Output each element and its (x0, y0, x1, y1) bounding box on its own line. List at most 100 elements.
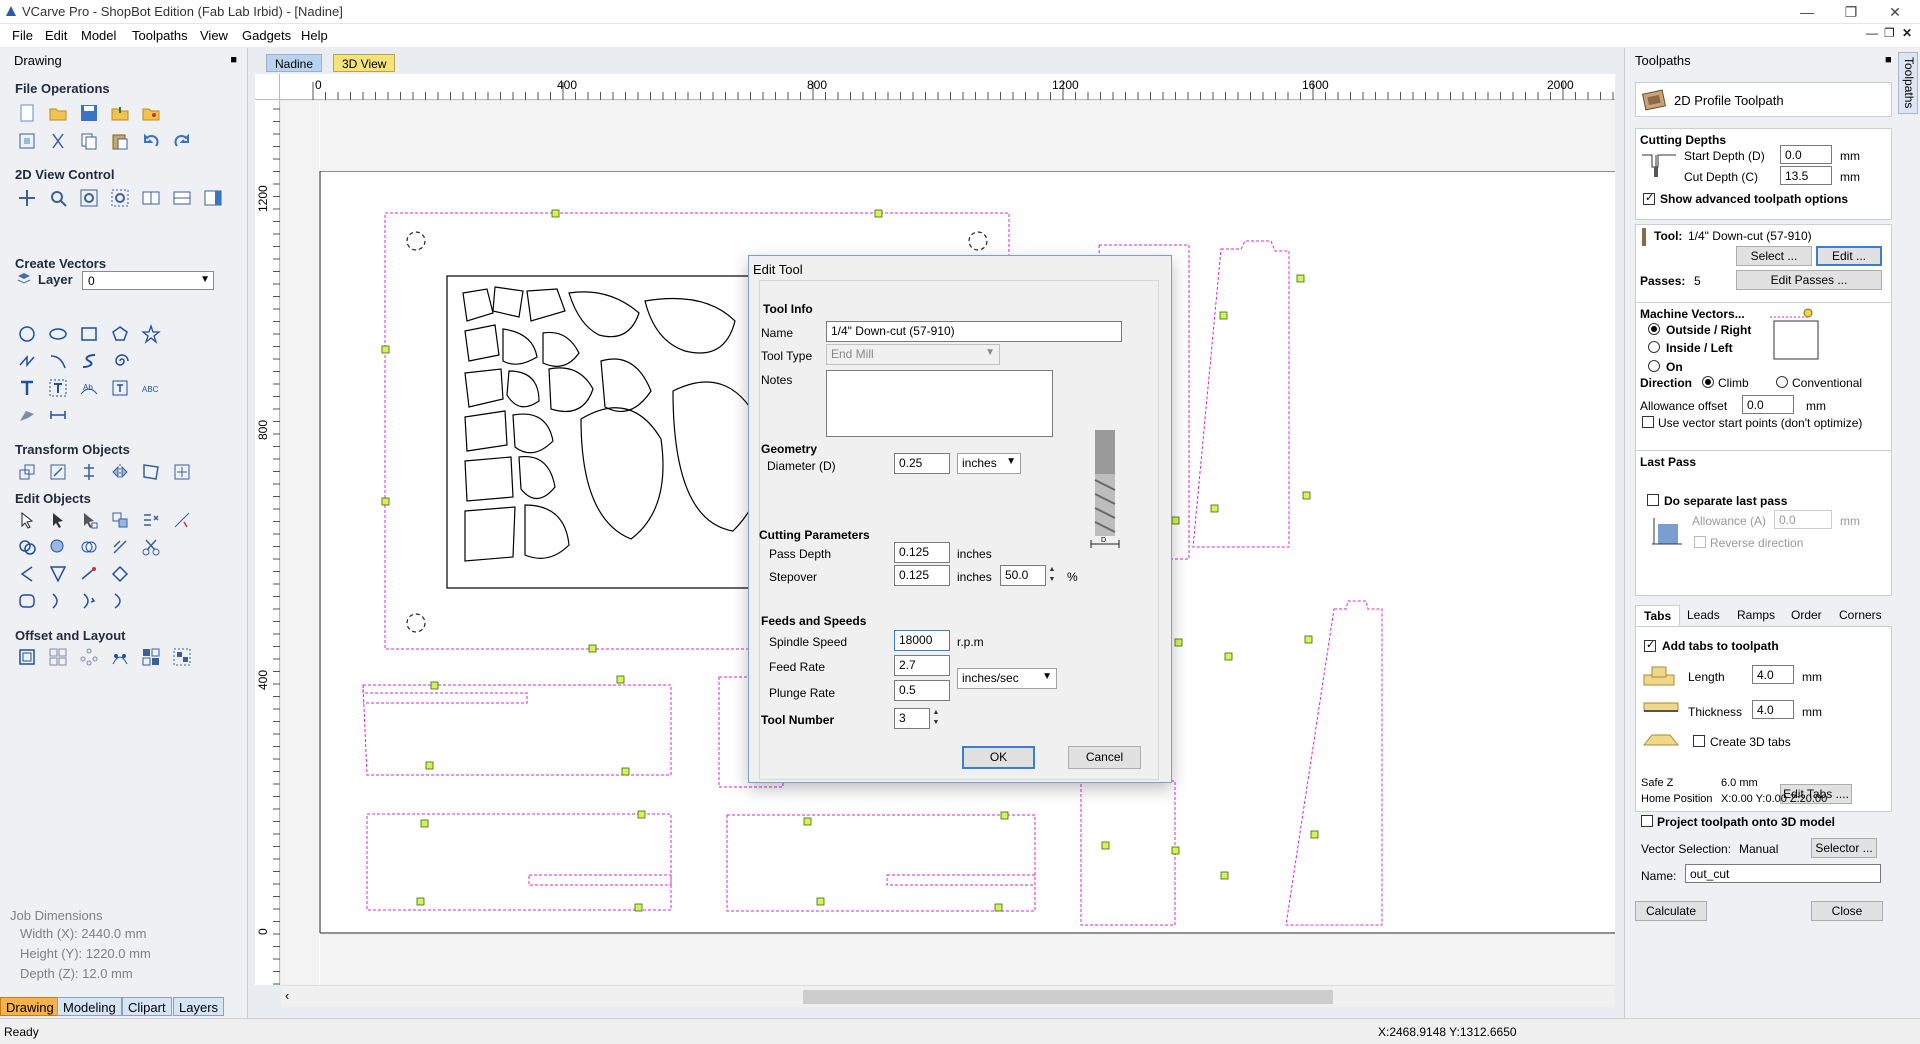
allowance-a-input[interactable]: 0.0 (1774, 510, 1832, 529)
mirror-icon[interactable] (107, 459, 133, 485)
ellipse-icon[interactable] (45, 321, 71, 347)
tool-number-spinner[interactable]: ▲ ▼ (931, 708, 941, 729)
start-depth-input[interactable]: 0.0 (1780, 145, 1832, 164)
toolpaths-vertical-tab[interactable]: Toolpaths (1898, 52, 1918, 114)
allowance-offset-input[interactable]: 0.0 (1742, 395, 1794, 414)
tab-order[interactable]: Order (1783, 605, 1830, 625)
tab-tabs[interactable]: Tabs (1635, 605, 1681, 626)
menu-edit[interactable]: Edit (45, 28, 67, 43)
weld-icon[interactable] (14, 534, 40, 560)
minimize-button[interactable]: — (1792, 2, 1822, 22)
scissors-icon[interactable] (138, 534, 164, 560)
separate-last-pass-checkbox[interactable] (1647, 494, 1659, 506)
distort-icon[interactable] (138, 459, 164, 485)
move-icon[interactable] (14, 459, 40, 485)
scroll-left-icon[interactable]: ‹ (285, 988, 289, 1003)
tab-length-input[interactable]: 4.0 (1752, 665, 1794, 684)
new-file-icon[interactable] (14, 100, 40, 126)
offset-icon[interactable] (14, 644, 40, 670)
mdi-restore-button[interactable]: ❐ (1884, 26, 1895, 40)
tab-3d-view[interactable]: 3D View (333, 54, 396, 72)
maximize-button[interactable]: ❐ (1836, 2, 1866, 22)
node-edit-icon[interactable] (45, 507, 71, 533)
plunge-rate-input[interactable]: 0.5 (894, 680, 950, 701)
rectangle-icon[interactable] (76, 321, 102, 347)
intersect-icon[interactable] (76, 534, 102, 560)
cut-icon[interactable] (45, 128, 71, 154)
undo-icon[interactable] (138, 128, 164, 154)
pin-icon[interactable]: ■ (230, 54, 237, 66)
star-icon[interactable] (138, 321, 164, 347)
curve-fit-icon[interactable] (45, 588, 71, 614)
spiral-icon[interactable] (107, 348, 133, 374)
tab-clipart[interactable]: Clipart (122, 997, 172, 1016)
horizontal-scrollbar[interactable]: ‹ (281, 985, 1615, 1007)
text-icon[interactable] (14, 375, 40, 401)
curve-icon[interactable] (76, 348, 102, 374)
extend-icon[interactable] (76, 561, 102, 587)
edit-tool-button[interactable]: Edit ... (1816, 246, 1882, 266)
tool-name-input[interactable]: 1/4" Down-cut (57-910) (826, 321, 1122, 342)
align-icon[interactable] (76, 459, 102, 485)
add-tabs-checkbox[interactable]: ✓ (1644, 639, 1656, 652)
transform-select-icon[interactable] (76, 507, 102, 533)
copy-along-vectors-icon[interactable] (107, 644, 133, 670)
copy-icon[interactable] (76, 128, 102, 154)
tab-layers[interactable]: Layers (173, 997, 225, 1016)
join-vectors-icon[interactable] (107, 534, 133, 560)
show-advanced-checkbox[interactable]: ✓ (1643, 192, 1655, 205)
ungroup-icon[interactable] (138, 507, 164, 533)
polygon-icon[interactable] (107, 321, 133, 347)
pass-depth-input[interactable]: 0.125 (894, 542, 950, 563)
arc-icon[interactable] (45, 348, 71, 374)
set-size-icon[interactable] (45, 459, 71, 485)
create-3d-tabs-checkbox[interactable] (1693, 735, 1705, 747)
auto-layout-text-icon[interactable] (45, 375, 71, 401)
tab-ramps[interactable]: Ramps (1729, 605, 1783, 625)
panel-toggle-icon[interactable] (200, 185, 226, 211)
rate-units-select[interactable]: inches/sec ▼ (957, 668, 1057, 689)
paste-icon[interactable] (107, 128, 133, 154)
climb-radio[interactable] (1702, 376, 1714, 388)
mdi-close-button[interactable]: ✕ (1902, 26, 1912, 40)
split-view-icon[interactable] (169, 185, 195, 211)
menu-file[interactable]: File (12, 28, 33, 43)
polyline-icon[interactable] (14, 348, 40, 374)
dimension-icon[interactable] (45, 402, 71, 428)
text-arc-icon[interactable]: ABC (138, 375, 164, 401)
array-copy-icon[interactable] (45, 644, 71, 670)
center-icon[interactable] (169, 459, 195, 485)
inside-left-radio[interactable] (1648, 341, 1660, 353)
zoom-selection-icon[interactable] (107, 185, 133, 211)
tab-corners[interactable]: Corners (1831, 605, 1890, 625)
diameter-input[interactable]: 0.25 (894, 453, 950, 474)
menu-help[interactable]: Help (301, 28, 328, 43)
spindle-speed-input[interactable]: 18000 (894, 630, 950, 651)
draw-tabs-icon[interactable] (14, 402, 40, 428)
auto-nest-icon[interactable] (169, 644, 195, 670)
close-window-button[interactable]: ✕ (1880, 2, 1910, 22)
reverse-direction-checkbox[interactable] (1694, 536, 1706, 548)
on-radio[interactable] (1648, 360, 1660, 372)
fillet-icon[interactable] (14, 561, 40, 587)
project-toolpath-checkbox[interactable] (1641, 815, 1653, 827)
menu-toolpaths[interactable]: Toolpaths (132, 28, 188, 43)
calculate-button[interactable]: Calculate (1635, 901, 1707, 921)
feed-rate-input[interactable]: 2.7 (894, 655, 950, 676)
zoom-icon[interactable] (45, 185, 71, 211)
bend-icon[interactable] (107, 588, 133, 614)
tab-leads[interactable]: Leads (1679, 605, 1728, 625)
subtract-icon[interactable] (45, 534, 71, 560)
smooth-icon[interactable] (14, 588, 40, 614)
save-icon[interactable] (76, 100, 102, 126)
select-icon[interactable] (14, 507, 40, 533)
scrollbar-thumb[interactable] (803, 990, 1333, 1004)
pin-icon[interactable]: ■ (1885, 54, 1892, 66)
stepover-percent-input[interactable]: 50.0 (1000, 565, 1046, 586)
cut-depth-input[interactable]: 13.5 (1780, 166, 1832, 185)
tab-thickness-input[interactable]: 4.0 (1752, 700, 1794, 719)
nesting-icon[interactable] (138, 644, 164, 670)
tool-number-input[interactable]: 3 (894, 708, 930, 729)
chamfer-icon[interactable] (45, 561, 71, 587)
edit-passes-button[interactable]: Edit Passes ... (1736, 270, 1882, 290)
